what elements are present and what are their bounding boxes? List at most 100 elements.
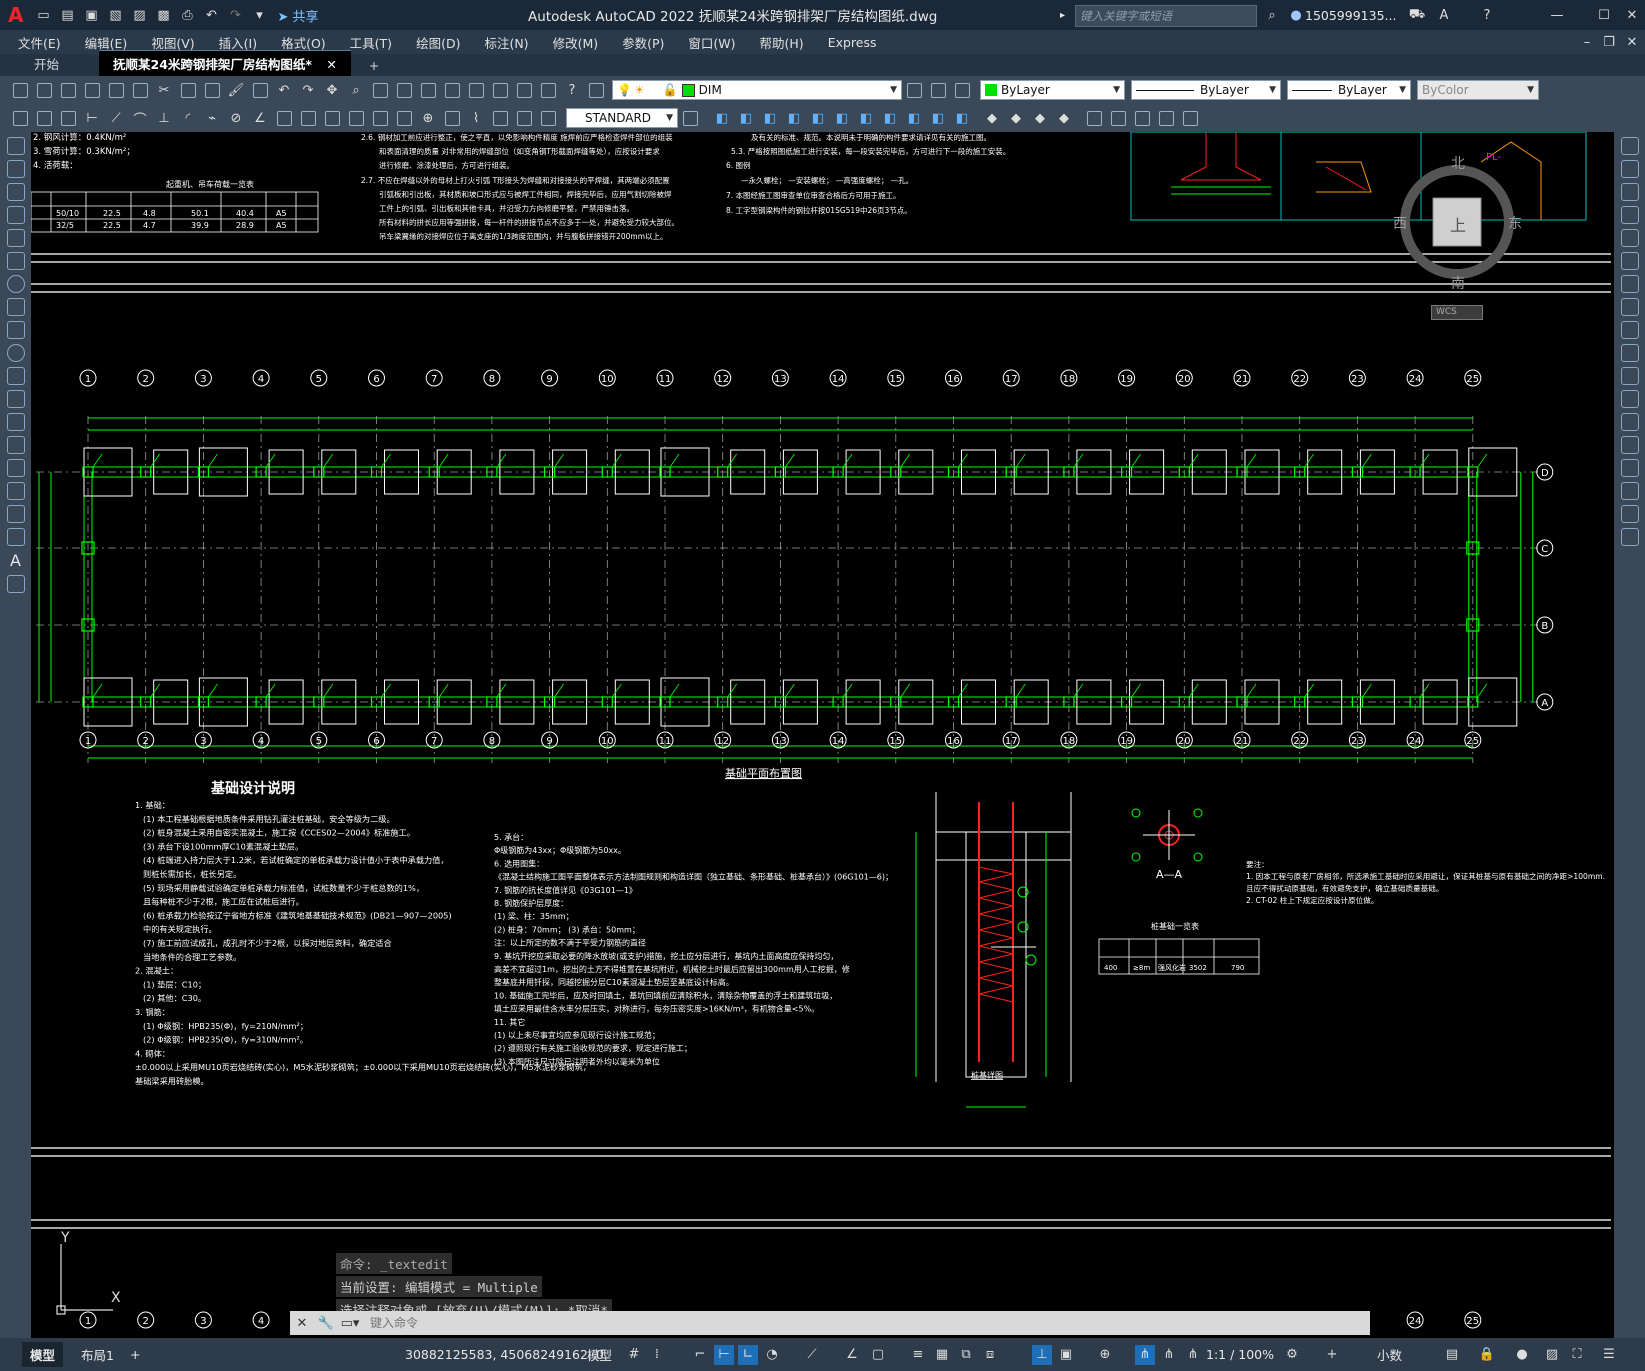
mirror-icon[interactable] — [1620, 183, 1639, 201]
isodraft-icon[interactable]: ⟋ — [802, 1345, 822, 1365]
close-icon[interactable]: ✕ — [1622, 5, 1642, 25]
publish-icon[interactable] — [130, 80, 150, 100]
help-toolbar-icon[interactable]: ? — [562, 80, 582, 100]
selection-cycling-icon[interactable]: ⧉ — [956, 1345, 976, 1365]
tab-layout1[interactable]: 布局1 — [73, 1342, 122, 1367]
coordinates-readout[interactable]: 30882125583, 45068249162, 0 — [405, 1347, 604, 1362]
view-tool-icon[interactable]: ◆ — [1054, 108, 1074, 128]
selection-filter-icon[interactable]: ▣ — [1056, 1345, 1076, 1365]
offset-icon[interactable] — [1620, 206, 1639, 224]
new-icon[interactable]: ▭ — [33, 5, 53, 25]
ordinate-dimension-icon[interactable]: ⊥ — [154, 108, 174, 128]
drawing-canvas[interactable]: 起重机、吊车荷载一览表 50/10 22.5 4.8 50.1 40.4 A5 … — [31, 132, 1614, 1338]
dimension-text-edit-icon[interactable] — [514, 108, 534, 128]
dimension-break-icon[interactable] — [370, 108, 390, 128]
copy-object-icon[interactable] — [1620, 160, 1639, 178]
view-tool-icon[interactable] — [1108, 108, 1128, 128]
pan-icon[interactable]: ✥ — [322, 80, 342, 100]
transparency-icon[interactable]: ▦ — [932, 1345, 952, 1365]
viewcube[interactable]: 上 北 南 东 西 WCS — [1393, 150, 1523, 330]
linetype-dropdown[interactable]: ByLayer ▼ — [1131, 80, 1281, 100]
center-mark-icon[interactable]: ⊕ — [418, 108, 438, 128]
layer-previous-icon[interactable] — [928, 80, 948, 100]
viewcube-east[interactable]: 东 — [1508, 213, 1522, 233]
circle-icon[interactable] — [6, 275, 25, 293]
menu-dimension[interactable]: 标注(N) — [472, 33, 540, 52]
user-name[interactable]: 1505999135... — [1305, 8, 1396, 23]
viewcube-west[interactable]: 西 — [1393, 213, 1407, 233]
viewcube-south[interactable]: 南 — [1451, 273, 1465, 293]
menu-help[interactable]: 帮助(H) — [748, 33, 816, 52]
view-tool-icon[interactable] — [1156, 108, 1176, 128]
menu-parameter[interactable]: 参数(P) — [610, 33, 676, 52]
inspection-icon[interactable] — [442, 108, 462, 128]
region-icon[interactable] — [6, 505, 25, 523]
jogged-linear-icon[interactable]: ⌇ — [466, 108, 486, 128]
recent-commands-icon[interactable]: ▭▾ — [340, 1313, 360, 1333]
tab-close-icon[interactable]: ✕ — [326, 57, 336, 72]
menu-modify[interactable]: 修改(M) — [541, 33, 611, 52]
doc-minimize-icon[interactable]: – — [1577, 32, 1597, 52]
ucs-tool-icon[interactable]: ◧ — [784, 108, 804, 128]
hatch-icon[interactable] — [6, 459, 25, 477]
grid-icon[interactable]: # — [624, 1345, 644, 1365]
ucs-tool-icon[interactable]: ◧ — [760, 108, 780, 128]
menu-file[interactable]: 文件(E) — [6, 33, 73, 52]
save-web-icon[interactable]: ▩ — [153, 5, 173, 25]
save-icon[interactable]: ▣ — [81, 5, 101, 25]
ucs-tool-icon[interactable]: ◧ — [832, 108, 852, 128]
dim-tool-icon[interactable] — [58, 108, 78, 128]
viewcube-north[interactable]: 北 — [1451, 153, 1465, 173]
view-tool-icon[interactable]: ◆ — [1030, 108, 1050, 128]
tool-palettes-icon[interactable] — [466, 80, 486, 100]
annotation-scale-value[interactable]: 1:1 / 100% — [1206, 1347, 1274, 1362]
command-input[interactable] — [368, 1312, 1370, 1334]
maximize-icon[interactable]: ☐ — [1594, 5, 1614, 25]
dynamic-ucs-icon[interactable]: ⊥ — [1032, 1344, 1052, 1365]
dynamic-input-icon[interactable]: ⊢ — [714, 1344, 734, 1365]
search-input[interactable]: 键入关键字或短语 — [1075, 5, 1257, 27]
ucs-tool-icon[interactable]: ◧ — [904, 108, 924, 128]
save-file-icon[interactable] — [58, 80, 78, 100]
angular-dimension-icon[interactable]: ∠ — [250, 108, 270, 128]
polyline-icon[interactable] — [6, 183, 25, 201]
polar-icon[interactable]: ◔ — [762, 1345, 782, 1365]
doc-restore-icon[interactable]: ❐ — [1599, 32, 1619, 52]
customize-command-icon[interactable]: 🔧 — [316, 1313, 336, 1333]
break-icon[interactable] — [1620, 413, 1639, 431]
menu-express[interactable]: Express — [816, 35, 889, 50]
ortho-icon[interactable]: ∟ — [738, 1344, 758, 1365]
new-tab-button[interactable]: + — [355, 55, 393, 76]
osnap-tracking-icon[interactable]: ∠ — [842, 1345, 862, 1365]
annotation-visibility-icon[interactable]: ⋔ — [1135, 1344, 1155, 1365]
sheet-set-icon[interactable] — [490, 80, 510, 100]
array-icon[interactable] — [1620, 229, 1639, 247]
table-icon[interactable] — [6, 528, 25, 546]
snap-icon[interactable]: ⁞ — [647, 1345, 667, 1365]
tolerance-icon[interactable] — [394, 108, 414, 128]
zoom-window-icon[interactable] — [370, 80, 390, 100]
markup-icon[interactable] — [514, 80, 534, 100]
menu-view[interactable]: 视图(V) — [139, 33, 206, 52]
graphics-performance-icon[interactable]: ▨ — [1542, 1345, 1562, 1365]
linear-dimension-icon[interactable]: ⊢ — [82, 108, 102, 128]
clean-screen-icon[interactable]: ⛶ — [1567, 1345, 1587, 1365]
calculator-icon[interactable] — [538, 80, 558, 100]
ellipse-arc-icon[interactable] — [6, 367, 25, 385]
polygon-icon[interactable] — [6, 206, 25, 224]
construction-line-icon[interactable] — [6, 160, 25, 178]
customization-icon[interactable]: ☰ — [1599, 1345, 1619, 1365]
quick-dimension-icon[interactable] — [274, 108, 294, 128]
design-center-icon[interactable] — [442, 80, 462, 100]
dim-tool-icon[interactable] — [34, 108, 54, 128]
search-expand-icon[interactable]: ▸ — [1060, 10, 1065, 21]
add-selected-icon[interactable] — [6, 575, 25, 593]
join-icon[interactable] — [1620, 436, 1639, 454]
tab-start[interactable]: 开始 — [20, 51, 73, 76]
menu-window[interactable]: 窗口(W) — [676, 33, 747, 52]
tab-model[interactable]: 模型 — [22, 1342, 64, 1367]
open-web-icon[interactable]: ▨ — [129, 5, 149, 25]
tab-drawing[interactable]: 抚顺某24米跨钢排架厂房结构图纸* ✕ — [99, 50, 351, 76]
make-block-icon[interactable] — [6, 413, 25, 431]
explode-icon[interactable] — [1620, 528, 1639, 546]
